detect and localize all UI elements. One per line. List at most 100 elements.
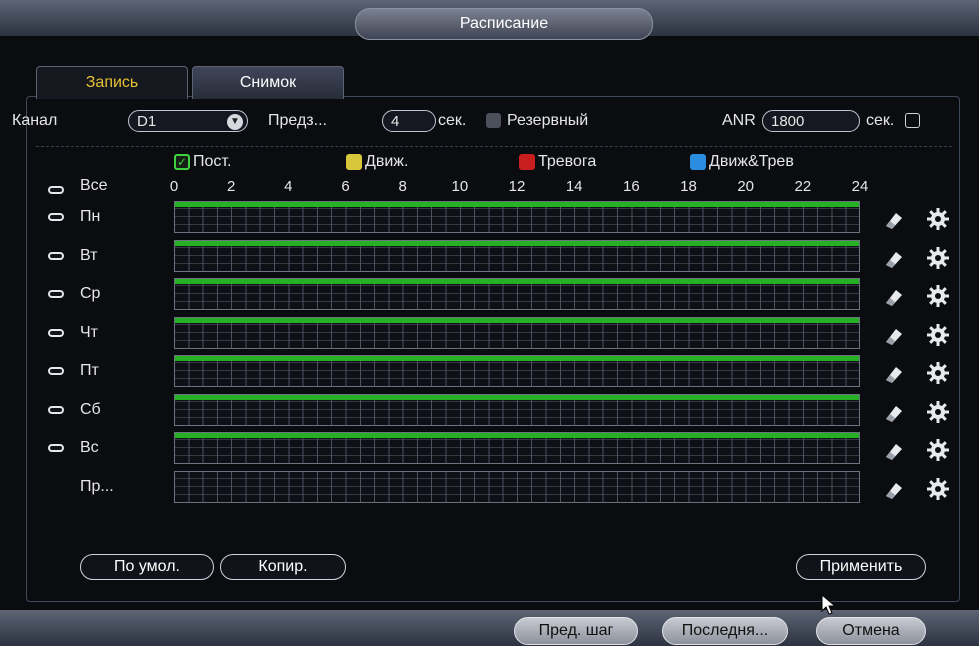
hour-tick-label: 6 <box>341 178 350 195</box>
hour-tick-label: 0 <box>169 178 179 195</box>
day-toggle[interactable] <box>48 251 64 260</box>
legend-label: Движ&Трев <box>709 153 794 170</box>
gear-icon[interactable] <box>926 246 950 270</box>
schedule-row: Чт <box>0 314 979 350</box>
hour-tick-label: 14 <box>565 178 583 195</box>
hour-tick-label: 8 <box>398 178 407 195</box>
color-swatch <box>346 154 362 170</box>
eraser-icon[interactable] <box>882 401 906 425</box>
day-label: Пн <box>80 208 101 225</box>
day-toggle[interactable] <box>48 367 64 375</box>
schedule-row: Вс <box>0 429 979 465</box>
eraser-icon[interactable] <box>882 208 906 232</box>
eraser-icon[interactable] <box>882 324 906 348</box>
hour-tick-label: 2 <box>226 178 236 195</box>
schedule-timeline[interactable] <box>174 278 860 310</box>
hour-tick-label: 18 <box>680 178 697 195</box>
hour-tick-label: 10 <box>451 178 469 195</box>
day-toggle[interactable] <box>48 444 64 452</box>
settings-row: Канал D1 ▼ Предз... 4 сек. Резервный ANR… <box>0 108 979 134</box>
hour-tick-label: 22 <box>794 178 812 195</box>
color-swatch <box>519 154 535 170</box>
apply-button[interactable]: Применить <box>796 554 926 580</box>
eraser-icon[interactable] <box>882 478 906 502</box>
hour-tick-label: 20 <box>737 178 754 195</box>
anr-label: ANR <box>722 112 756 129</box>
gear-icon[interactable] <box>926 361 950 385</box>
schedule-timeline[interactable] <box>174 239 860 272</box>
day-label: Вт <box>80 246 98 264</box>
eraser-icon[interactable] <box>882 285 906 309</box>
eraser-icon[interactable] <box>882 247 906 271</box>
redundancy-checkbox[interactable] <box>486 113 501 128</box>
tab-record[interactable]: Запись <box>36 66 188 99</box>
schedule-row: Пр... <box>0 468 979 504</box>
record-period-bar <box>175 279 859 284</box>
record-period-bar <box>175 240 859 246</box>
pre-record-label: Предз... <box>268 112 327 129</box>
schedule-timeline[interactable] <box>174 470 860 503</box>
eraser-icon[interactable] <box>882 439 906 463</box>
record-period-bar <box>175 394 859 400</box>
day-toggle[interactable] <box>48 405 64 414</box>
channel-select[interactable]: D1 ▼ <box>128 110 248 132</box>
gear-icon[interactable] <box>926 323 950 347</box>
hour-scale: 0 2 4 6 8 10 12 14 16 18 20 22 24 <box>0 178 979 198</box>
hour-tick-label: 12 <box>508 178 526 195</box>
legend-alarm[interactable]: Тревога <box>519 153 596 171</box>
day-toggle[interactable] <box>48 213 64 221</box>
hour-tick-label: 4 <box>284 178 293 195</box>
check-icon: ✓ <box>174 154 190 170</box>
schedule-timeline[interactable] <box>174 393 860 426</box>
gear-icon[interactable] <box>926 207 950 231</box>
pre-record-value: 4 <box>391 112 400 130</box>
copy-button[interactable]: Копир. <box>220 554 346 580</box>
record-period-bar <box>175 356 859 361</box>
legend-label: Движ. <box>365 153 409 170</box>
anr-value: 1800 <box>771 112 805 130</box>
pre-record-unit: сек. <box>438 112 467 129</box>
day-label: Пр... <box>80 477 114 495</box>
legend-motion-alarm[interactable]: Движ&Трев <box>690 153 794 171</box>
cancel-button[interactable]: Отмена <box>816 617 926 645</box>
gear-icon[interactable] <box>926 477 950 501</box>
hour-tick-label: 24 <box>851 178 869 195</box>
hour-tick-label: 16 <box>622 178 640 195</box>
anr-input[interactable]: 1800 <box>762 110 860 132</box>
schedule-timeline[interactable] <box>174 316 860 349</box>
schedule-timeline[interactable] <box>174 432 860 464</box>
legend-label: Пост. <box>193 153 232 170</box>
record-period-bar <box>175 433 859 438</box>
day-label: Чт <box>80 323 98 341</box>
anr-checkbox[interactable] <box>905 113 920 128</box>
redundancy-label: Резервный <box>507 112 589 129</box>
channel-label: Канал <box>12 112 58 129</box>
schedule-row: Ср <box>0 275 979 311</box>
chevron-down-icon: ▼ <box>227 114 243 130</box>
anr-unit: сек. <box>866 112 895 129</box>
legend-continuous[interactable]: ✓ Пост. <box>174 153 231 171</box>
gear-icon[interactable] <box>926 400 950 424</box>
schedule-row: Пт <box>0 352 979 388</box>
last-button[interactable]: Последня... <box>662 617 788 645</box>
eraser-icon[interactable] <box>882 362 906 386</box>
schedule-timeline[interactable] <box>174 355 860 387</box>
divider <box>36 146 952 147</box>
day-label: Вс <box>80 439 99 456</box>
legend-motion[interactable]: Движ. <box>346 153 408 171</box>
tab-snapshot[interactable]: Снимок <box>192 66 344 99</box>
default-button[interactable]: По умол. <box>80 554 214 580</box>
gear-icon[interactable] <box>926 438 950 462</box>
day-label: Пт <box>80 362 99 379</box>
schedule-row: Вт <box>0 237 979 273</box>
pre-record-input[interactable]: 4 <box>382 110 436 132</box>
schedule-timeline[interactable] <box>174 201 860 233</box>
record-period-bar <box>175 317 859 323</box>
day-label: Ср <box>80 285 101 302</box>
day-label: Сб <box>80 400 101 418</box>
day-toggle[interactable] <box>48 290 64 298</box>
schedule-row: Сб <box>0 391 979 427</box>
previous-step-button[interactable]: Пред. шаг <box>514 617 638 645</box>
gear-icon[interactable] <box>926 284 950 308</box>
day-toggle[interactable] <box>48 328 64 337</box>
